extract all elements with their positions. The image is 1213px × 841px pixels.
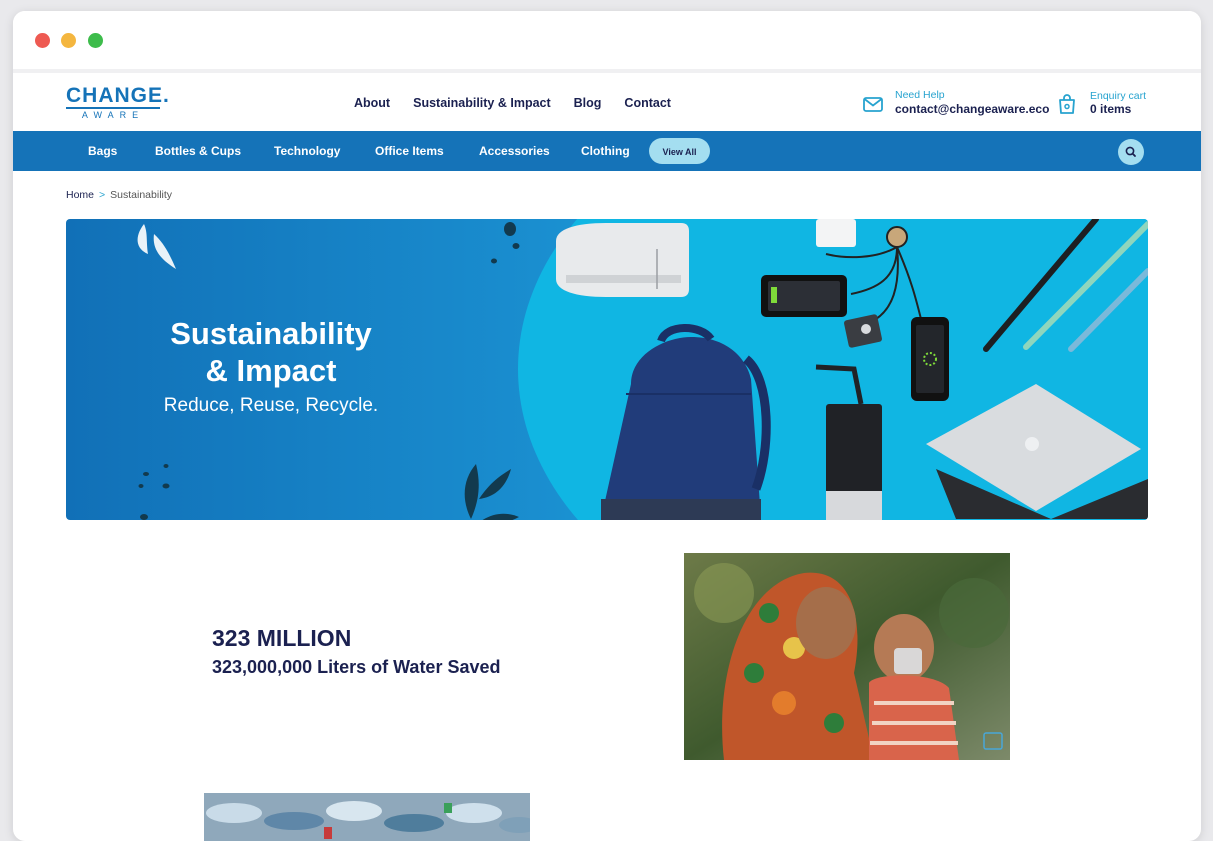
breadcrumb-home[interactable]: Home: [66, 189, 94, 201]
minimize-window-button[interactable]: [61, 33, 76, 48]
browser-window: CHANGE. AWARE About Sustainability & Imp…: [13, 11, 1201, 841]
hero-title: Sustainability & Impact: [126, 315, 416, 389]
logo-wordmark: CHANGE.: [66, 84, 170, 107]
search-button[interactable]: [1118, 139, 1144, 165]
maximize-window-button[interactable]: [88, 33, 103, 48]
plastic-bottles-photo: [204, 793, 530, 841]
hero-subtitle: Reduce, Reuse, Recycle.: [163, 395, 379, 416]
nav-contact[interactable]: Contact: [624, 96, 671, 110]
leaf-decoration-icon: [137, 224, 176, 269]
hero-banner: Sustainability & Impact Reduce, Reuse, R…: [66, 219, 1148, 520]
view-all-button[interactable]: View All: [649, 138, 710, 164]
nav-blog[interactable]: Blog: [574, 96, 602, 110]
category-bottles-cups[interactable]: Bottles & Cups: [155, 144, 241, 158]
breadcrumb: Home > Sustainability: [66, 189, 172, 201]
site-logo[interactable]: CHANGE. AWARE: [66, 85, 170, 120]
category-clothing[interactable]: Clothing: [581, 144, 630, 158]
category-bags[interactable]: Bags: [88, 144, 117, 158]
category-accessories[interactable]: Accessories: [479, 144, 550, 158]
mail-icon: [863, 97, 883, 112]
help-label: Need Help: [895, 89, 945, 101]
nav-sustainability[interactable]: Sustainability & Impact: [413, 96, 551, 110]
breadcrumb-current: Sustainability: [110, 189, 173, 201]
category-bar: Bags Bottles & Cups Technology Office It…: [13, 131, 1201, 171]
hero-products-image: [556, 219, 1148, 520]
help-email[interactable]: contact@changeaware.eco: [895, 102, 1049, 116]
top-navigation: About Sustainability & Impact Blog Conta…: [354, 96, 694, 110]
category-technology[interactable]: Technology: [274, 144, 340, 158]
stat-headline: 323 MILLION: [212, 625, 352, 651]
community-photo: [684, 553, 1010, 760]
stat-detail: 323,000,000 Liters of Water Saved: [212, 657, 501, 677]
category-office-items[interactable]: Office Items: [375, 144, 444, 158]
logo-tagline: AWARE: [66, 107, 160, 120]
cart-label: Enquiry cart: [1090, 90, 1147, 102]
hero-title-line-2: & Impact: [205, 353, 337, 388]
site-header: CHANGE. AWARE About Sustainability & Imp…: [13, 73, 1201, 131]
breadcrumb-separator: >: [99, 189, 106, 201]
seed-decoration-icon: [138, 464, 170, 520]
shopping-bag-icon: [1059, 94, 1075, 114]
cart-count: 0 items: [1090, 102, 1132, 116]
nav-about[interactable]: About: [354, 96, 390, 110]
window-titlebar: [13, 11, 1201, 73]
hero-title-line-1: Sustainability: [170, 316, 372, 351]
search-icon: [1125, 146, 1136, 157]
close-window-button[interactable]: [35, 33, 50, 48]
